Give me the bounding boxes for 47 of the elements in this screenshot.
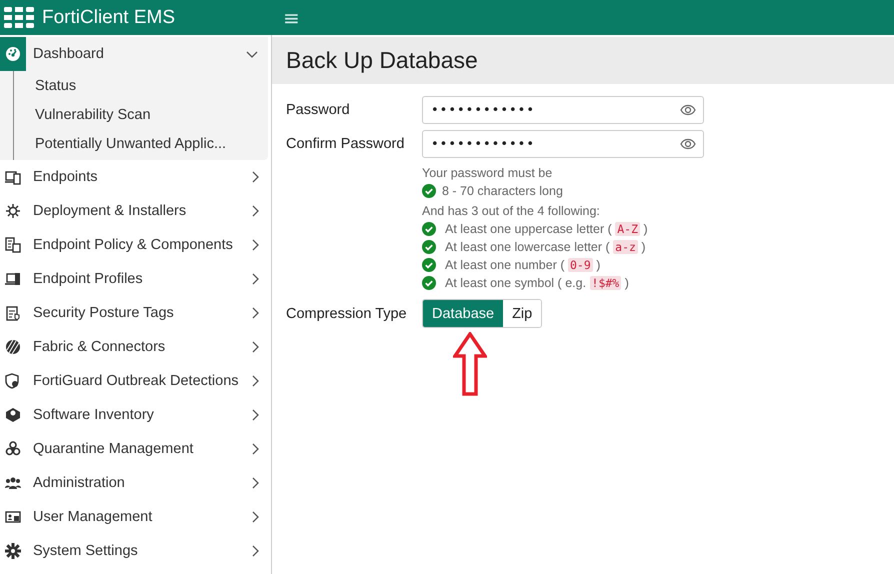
documents-icon bbox=[5, 237, 21, 253]
sidebar-item[interactable]: System Settings bbox=[0, 534, 271, 568]
password-field[interactable]: •••••••••••• bbox=[422, 96, 704, 124]
laptop-icon bbox=[5, 271, 21, 287]
sidebar-item[interactable]: FortiGuard Outbreak Detections bbox=[0, 364, 271, 398]
rule-text: 8 - 70 characters long bbox=[442, 183, 563, 200]
devices-icon bbox=[5, 169, 21, 185]
password-field[interactable]: •••••••••••• bbox=[422, 130, 704, 158]
sidebar-item[interactable]: Endpoints bbox=[0, 160, 271, 194]
field-label: Confirm Password bbox=[286, 136, 406, 152]
sidebar-item[interactable]: Endpoint Policy & Components bbox=[0, 228, 271, 262]
sidebar-item[interactable]: Security Posture Tags bbox=[0, 296, 271, 330]
gear-icon bbox=[5, 203, 21, 219]
rule-text: At least one uppercase letter ( A-Z ) bbox=[444, 221, 648, 238]
eye-icon[interactable] bbox=[680, 104, 696, 116]
hint-text: Your password must be bbox=[422, 165, 554, 182]
sidebar-subitem[interactable]: Potentially Unwanted Applic... bbox=[14, 129, 268, 158]
sidebar-subitem[interactable]: Status bbox=[14, 71, 268, 100]
menu-button[interactable]: ≡ bbox=[279, 6, 304, 30]
hint-text: And has 3 out of the 4 following: bbox=[422, 203, 601, 220]
field-label: Password bbox=[286, 102, 351, 118]
rule-text: At least one symbol ( e.g. !$#% ) bbox=[444, 275, 629, 292]
logo-icon bbox=[4, 6, 34, 28]
page-title: Back Up Database bbox=[272, 37, 894, 84]
up-arrow-annotation bbox=[453, 332, 487, 396]
sidebar-item[interactable]: Dashboard bbox=[0, 37, 268, 71]
rule-text: At least one number ( 0-9 ) bbox=[444, 257, 600, 274]
sidebar-item[interactable]: Quarantine Management bbox=[0, 432, 271, 466]
segment-option[interactable]: Database bbox=[423, 300, 504, 327]
sidebar-item[interactable]: Software Inventory bbox=[0, 398, 271, 432]
rule-text: At least one lowercase letter ( a-z ) bbox=[444, 239, 646, 256]
sidebar-item[interactable]: Deployment & Installers bbox=[0, 194, 271, 228]
people-icon bbox=[5, 475, 21, 491]
sidebar-item[interactable]: User Management bbox=[0, 500, 271, 534]
shield-icon bbox=[5, 373, 21, 389]
clipboard-icon bbox=[5, 305, 21, 321]
sidebar-subitem[interactable]: Vulnerability Scan bbox=[14, 100, 268, 129]
striped-circle-icon bbox=[5, 339, 21, 355]
sidebar-item[interactable]: Endpoint Profiles bbox=[0, 262, 271, 296]
product-name: FortiClient EMS bbox=[42, 6, 176, 28]
id-card-icon bbox=[5, 509, 21, 525]
settings-icon bbox=[5, 543, 21, 559]
field-label: Compression Type bbox=[286, 306, 408, 322]
gauge-icon bbox=[5, 46, 21, 62]
eye-icon[interactable] bbox=[680, 138, 696, 150]
sidebar-item[interactable]: Fabric & Connectors bbox=[0, 330, 271, 364]
sidebar-item[interactable]: Administration bbox=[0, 466, 271, 500]
